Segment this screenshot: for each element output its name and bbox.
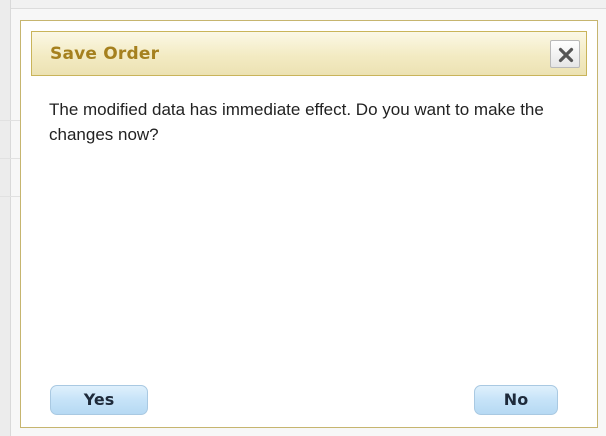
save-order-dialog: Save Order The modified data has immedia… <box>20 20 598 428</box>
dialog-title-bar: Save Order <box>31 31 587 76</box>
no-button[interactable]: No <box>474 385 558 415</box>
page: Save Order The modified data has immedia… <box>0 0 606 436</box>
yes-button[interactable]: Yes <box>50 385 148 415</box>
dialog-title: Save Order <box>50 44 160 64</box>
background-window-top <box>0 0 606 9</box>
dialog-message: The modified data has immediate effect. … <box>49 100 544 144</box>
close-x-icon <box>558 47 574 63</box>
close-button[interactable] <box>550 40 580 68</box>
